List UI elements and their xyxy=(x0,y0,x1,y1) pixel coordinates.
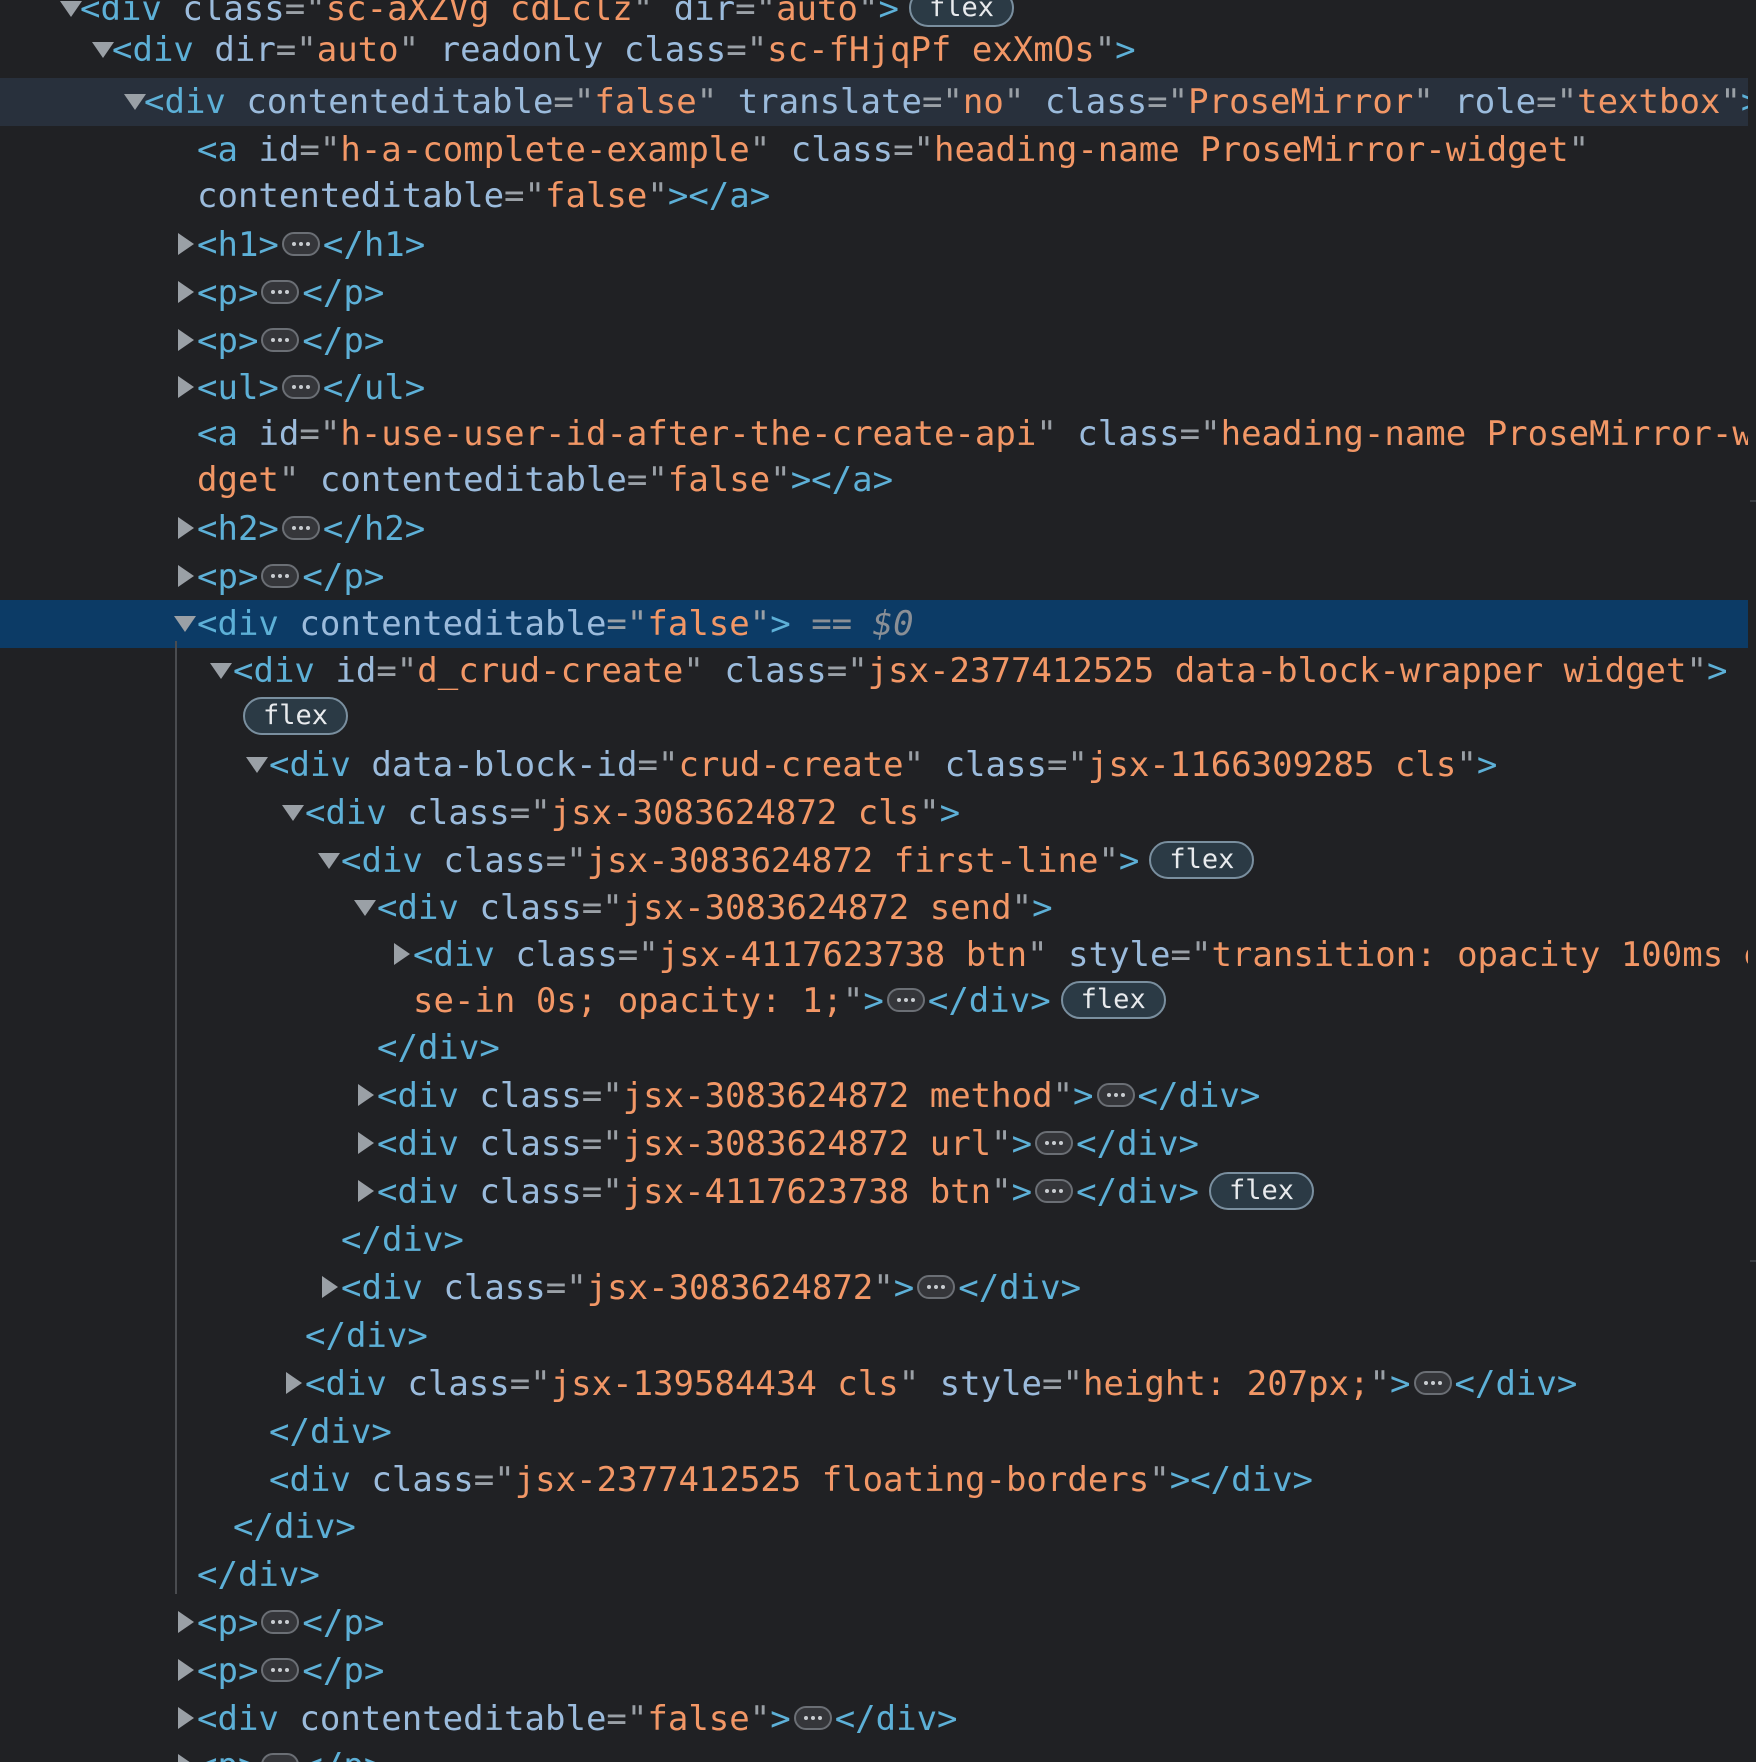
dom-node-row[interactable]: </div> xyxy=(0,1551,1748,1599)
dom-node-row[interactable]: <div dir="auto" readonly class="sc-fHjqP… xyxy=(0,26,1748,74)
ellipsis-icon[interactable] xyxy=(261,327,300,352)
dom-node-row[interactable]: <p></p> xyxy=(0,1647,1748,1695)
dom-node-row[interactable]: <div class="jsx-3083624872 first-line"> f… xyxy=(0,837,1748,885)
dom-node-row[interactable]: <div class="jsx-3083624872 cls"> xyxy=(0,789,1748,837)
dom-node-row[interactable]: <div class="jsx-3083624872 send"> xyxy=(0,884,1748,932)
dom-node-row[interactable]: <p></p> xyxy=(0,1742,1748,1762)
dom-node-row[interactable]: <h2> </h2> xyxy=(0,505,1748,553)
flex-badge[interactable]: flex xyxy=(908,0,1014,27)
ellipsis-icon[interactable] xyxy=(261,563,300,588)
dom-node-row[interactable]: <div class="jsx-4117623738 btn" style="t… xyxy=(0,931,1748,1027)
dom-node-row[interactable]: <div data-block-id="crud-create" class="… xyxy=(0,741,1748,789)
dom-node-row[interactable]: <ul> </ul> xyxy=(0,364,1748,412)
dom-node-row[interactable]: </div> xyxy=(0,1024,1748,1072)
dom-node-row[interactable]: <div class="jsx-139584434 cls" style="he… xyxy=(0,1360,1748,1408)
dom-node-row[interactable]: <div contenteditable="false"> </div> xyxy=(0,1695,1748,1743)
ellipsis-icon[interactable] xyxy=(261,1657,300,1682)
ellipsis-icon[interactable] xyxy=(281,374,320,399)
dom-node-row[interactable]: <div class="jsx-3083624872 url"> </div> xyxy=(0,1120,1748,1168)
ellipsis-icon[interactable] xyxy=(261,279,300,304)
dom-node-row[interactable]: <a id="h-use-user-id-after-the-create-ap… xyxy=(0,410,1748,506)
ellipsis-icon[interactable] xyxy=(261,1609,300,1634)
ellipsis-icon[interactable] xyxy=(917,1274,956,1299)
dom-node-row[interactable]: <p></p> xyxy=(0,553,1748,601)
ellipsis-icon[interactable] xyxy=(793,1705,832,1730)
dom-node-row[interactable]: </div> xyxy=(0,1503,1748,1551)
dom-node-row-selected[interactable]: <div contenteditable="false"> == $0 xyxy=(0,600,1748,648)
dom-node-row[interactable]: <a id="h-a-complete-example" class="head… xyxy=(0,126,1748,222)
dom-node-row[interactable]: <div class="jsx-3083624872 method"> </div… xyxy=(0,1072,1748,1120)
ellipsis-icon[interactable] xyxy=(281,515,320,540)
flex-badge[interactable]: flex xyxy=(1060,980,1166,1019)
dom-node-row[interactable]: <p></p> xyxy=(0,1599,1748,1647)
elements-tree: <div class="sc-aXZVg cdLclz" dir="auto">… xyxy=(0,0,1748,1762)
ellipsis-icon[interactable] xyxy=(1035,1130,1074,1155)
dom-node-row[interactable]: <h1> </h1> xyxy=(0,221,1748,269)
dom-node-row-hovered[interactable]: <div contenteditable="false" translate="… xyxy=(0,78,1748,126)
flex-badge[interactable]: flex xyxy=(1208,1171,1314,1210)
dom-node-row[interactable]: <div id="d_crud-create" class="jsx-23774… xyxy=(0,647,1748,743)
dom-node-row[interactable]: <div class="jsx-3083624872"> </div> xyxy=(0,1264,1748,1312)
dom-node-row[interactable]: <p></p> xyxy=(0,317,1748,365)
ellipsis-icon[interactable] xyxy=(261,1752,300,1762)
dom-node-row[interactable]: </div> xyxy=(0,1216,1748,1264)
dom-node-row[interactable]: <p></p> xyxy=(0,269,1748,317)
dom-node-row[interactable]: </div> xyxy=(0,1408,1748,1456)
flex-badge[interactable]: flex xyxy=(243,696,349,735)
flex-badge[interactable]: flex xyxy=(1149,840,1255,879)
dom-node-row[interactable]: <div class="jsx-4117623738 btn"> </div> fl… xyxy=(0,1168,1748,1216)
ellipsis-icon[interactable] xyxy=(1035,1178,1074,1203)
dom-node-row[interactable]: <div class="jsx-2377412525 floating-bord… xyxy=(0,1456,1748,1504)
selection-guide-line xyxy=(175,641,177,1594)
ellipsis-icon[interactable] xyxy=(886,987,925,1012)
scrollbar-track[interactable] xyxy=(1750,500,1756,502)
dom-node-row[interactable]: </div> xyxy=(0,1312,1748,1360)
ellipsis-icon[interactable] xyxy=(1096,1082,1135,1107)
scrollbar-track[interactable] xyxy=(1750,1260,1756,1262)
ellipsis-icon[interactable] xyxy=(281,231,320,256)
ellipsis-icon[interactable] xyxy=(1413,1370,1452,1395)
